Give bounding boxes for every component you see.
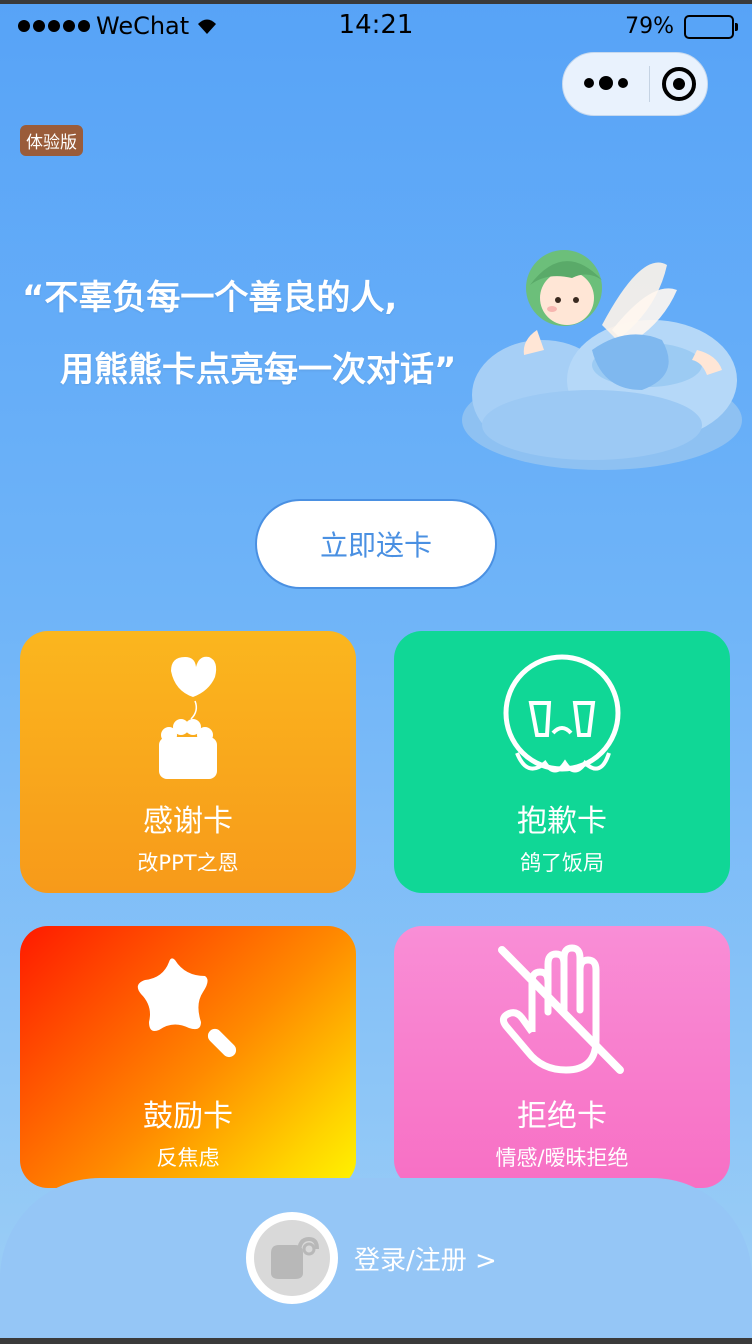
trial-version-badge: 体验版 xyxy=(20,125,83,156)
card-subtitle: 反焦虑 xyxy=(156,1146,220,1170)
default-avatar-icon xyxy=(254,1220,330,1296)
battery-area: 79% xyxy=(625,14,738,39)
more-dots-icon[interactable] xyxy=(563,76,649,90)
device-frame-bottom xyxy=(0,1338,752,1344)
card-subtitle: 改PPT之恩 xyxy=(137,851,239,875)
card-title: 感谢卡 xyxy=(143,804,233,839)
status-bar: WeChat 14:21 79% xyxy=(0,4,752,48)
crying-face-icon xyxy=(394,653,730,783)
card-title: 拒绝卡 xyxy=(517,1099,607,1134)
card-thanks[interactable]: 感谢卡 改PPT之恩 xyxy=(20,631,356,893)
mini-program-capsule xyxy=(562,52,708,116)
battery-icon xyxy=(684,14,738,39)
star-wand-icon xyxy=(20,948,356,1078)
avatar[interactable] xyxy=(246,1212,338,1304)
card-title: 抱歉卡 xyxy=(517,804,607,839)
battery-percent: 79% xyxy=(625,14,674,39)
login-register[interactable]: 登录/注册 > xyxy=(246,1212,497,1304)
send-card-button[interactable]: 立即送卡 xyxy=(255,499,497,589)
card-subtitle: 情感/暧昧拒绝 xyxy=(495,1146,629,1170)
hand-no-icon xyxy=(394,942,730,1082)
quote-line-2: 用熊熊卡点亮每一次对话” xyxy=(60,350,457,390)
heart-paw-icon xyxy=(20,651,356,781)
card-apology[interactable]: 抱歉卡 鸽了饭局 xyxy=(394,631,730,893)
target-icon[interactable] xyxy=(650,67,707,101)
quote-line-1: “不辜负每一个善良的人, xyxy=(22,278,398,318)
card-title: 鼓励卡 xyxy=(143,1099,233,1134)
hero-quote: “不辜负每一个善良的人, 用熊熊卡点亮每一次对话” xyxy=(22,262,456,406)
card-reject[interactable]: 拒绝卡 情感/暧昧拒绝 xyxy=(394,926,730,1188)
cloud-shape xyxy=(462,320,742,470)
angel-on-cloud-illustration xyxy=(462,250,742,470)
card-subtitle: 鸽了饭局 xyxy=(520,851,604,875)
card-encourage[interactable]: 鼓励卡 反焦虑 xyxy=(20,926,356,1188)
login-register-link[interactable]: 登录/注册 > xyxy=(354,1240,497,1277)
